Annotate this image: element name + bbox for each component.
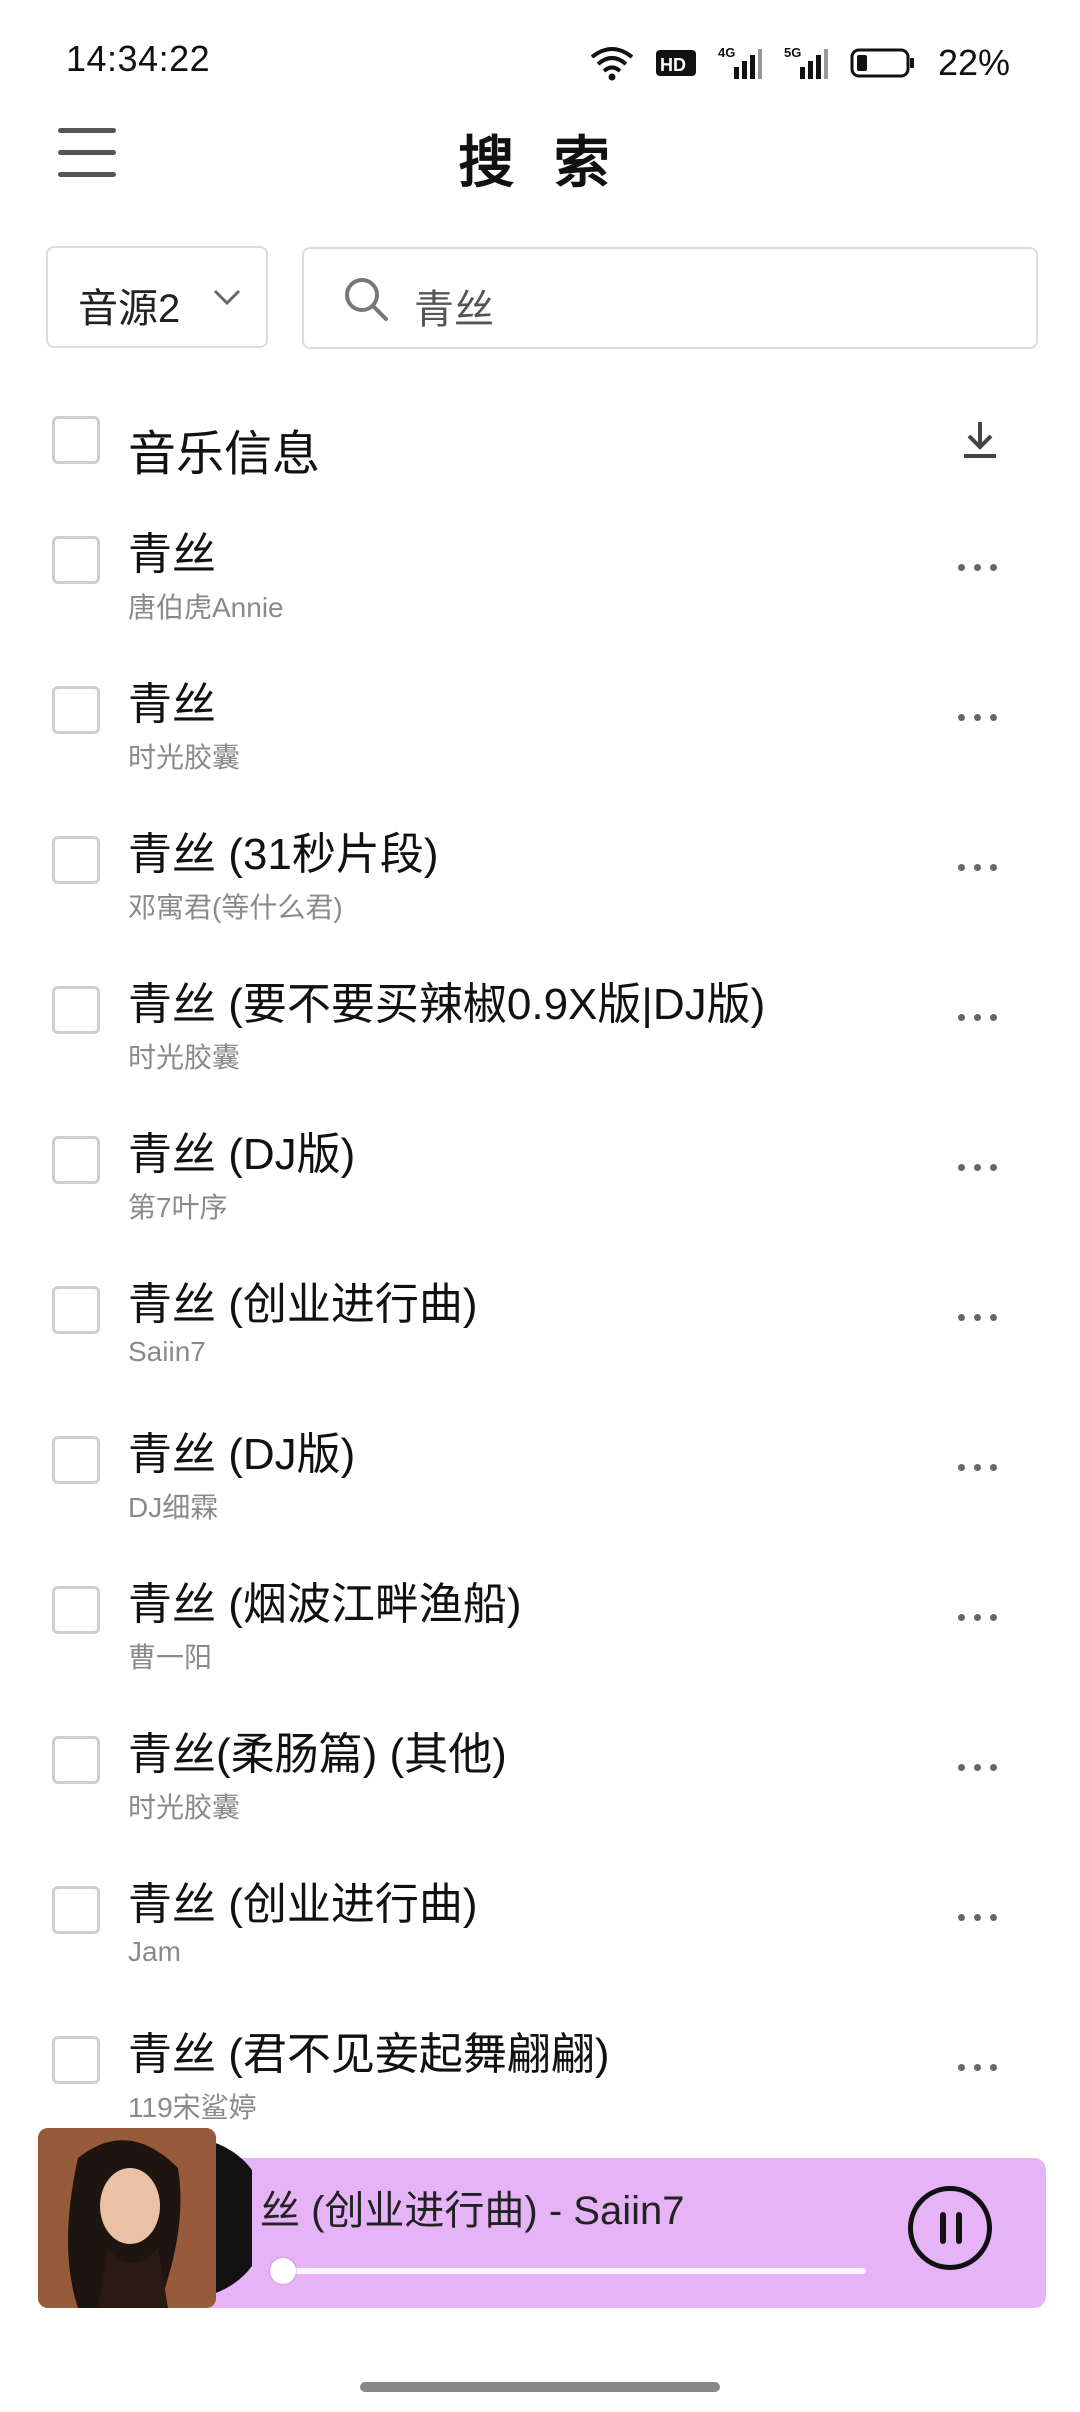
song-artist: 曹一阳	[128, 1642, 213, 1673]
list-item[interactable]: 青丝 (烟波江畔渔船) 曹一阳	[0, 1550, 1080, 1700]
song-title: 青丝	[128, 680, 216, 729]
song-title: 青丝(柔肠篇) (其他)	[128, 1730, 507, 1779]
song-title: 青丝 (DJ版)	[128, 1130, 356, 1179]
song-artist: Saiin7	[128, 1336, 206, 1367]
song-title: 青丝 (创业进行曲)	[128, 1280, 478, 1329]
song-checkbox[interactable]	[52, 686, 100, 734]
song-checkbox[interactable]	[52, 1736, 100, 1784]
signal-5g-icon: 5G	[784, 43, 828, 83]
list-header-label: 音乐信息	[128, 428, 321, 481]
more-options-icon[interactable]	[948, 702, 1008, 732]
song-checkbox[interactable]	[52, 1586, 100, 1634]
status-bar: 14:34:22 HD 4G 5G 22%	[0, 0, 1080, 120]
song-checkbox[interactable]	[52, 1886, 100, 1934]
list-item[interactable]: 青丝 (创业进行曲) Jam	[0, 1850, 1080, 2000]
song-checkbox[interactable]	[52, 2036, 100, 2084]
song-artist: DJ细霖	[128, 1492, 219, 1523]
song-title: 青丝	[128, 530, 216, 579]
more-options-icon[interactable]	[948, 1002, 1008, 1032]
status-time: 14:34:22	[66, 38, 211, 79]
song-checkbox[interactable]	[52, 1136, 100, 1184]
list-item[interactable]: 青丝 (要不要买辣椒0.9X版|DJ版) 时光胶囊	[0, 950, 1080, 1100]
song-artist: 时光胶囊	[128, 1792, 241, 1823]
song-title: 青丝 (君不见妾起舞翩翩)	[128, 2030, 610, 2079]
select-all-checkbox[interactable]	[52, 416, 100, 464]
now-playing-text: 丝 (创业进行曲) - Saiin7	[260, 2189, 685, 2233]
song-title: 青丝 (31秒片段)	[128, 830, 439, 879]
more-options-icon[interactable]	[948, 1302, 1008, 1332]
progress-bar[interactable]	[282, 2268, 866, 2274]
page-title: 搜 索	[458, 131, 622, 194]
song-checkbox[interactable]	[52, 986, 100, 1034]
list-item[interactable]: 青丝(柔肠篇) (其他) 时光胶囊	[0, 1700, 1080, 1850]
hd-icon: HD	[655, 43, 696, 83]
wifi-icon	[590, 43, 634, 83]
more-options-icon[interactable]	[948, 1902, 1008, 1932]
song-checkbox[interactable]	[52, 1286, 100, 1334]
progress-thumb[interactable]	[270, 2258, 296, 2284]
more-options-icon[interactable]	[948, 1752, 1008, 1782]
more-options-icon[interactable]	[948, 1602, 1008, 1632]
svg-text:5G: 5G	[784, 45, 801, 60]
more-options-icon[interactable]	[948, 2052, 1008, 2082]
download-icon[interactable]	[960, 418, 1000, 462]
more-options-icon[interactable]	[948, 852, 1008, 882]
home-indicator[interactable]	[360, 2382, 720, 2392]
song-checkbox[interactable]	[52, 536, 100, 584]
song-title: 青丝 (DJ版)	[128, 1430, 356, 1479]
search-input[interactable]: 青丝	[302, 247, 1038, 349]
song-checkbox[interactable]	[52, 836, 100, 884]
svg-text:HD: HD	[660, 55, 686, 75]
list-item[interactable]: 青丝 (31秒片段) 邓寓君(等什么君)	[0, 800, 1080, 950]
list-item[interactable]: 青丝 (DJ版) 第7叶序	[0, 1100, 1080, 1250]
list-item[interactable]: 青丝 (创业进行曲) Saiin7	[0, 1250, 1080, 1400]
battery-icon	[850, 43, 916, 83]
song-title: 青丝 (创业进行曲)	[128, 1880, 478, 1929]
song-title: 青丝 (要不要买辣椒0.9X版|DJ版)	[128, 980, 766, 1029]
list-item[interactable]: 青丝 唐伯虎Annie	[0, 500, 1080, 650]
song-artist: 时光胶囊	[128, 1042, 241, 1073]
more-options-icon[interactable]	[948, 1152, 1008, 1182]
song-checkbox[interactable]	[52, 1436, 100, 1484]
source-dropdown[interactable]: 音源2	[46, 246, 268, 348]
song-artist: 时光胶囊	[128, 742, 241, 773]
more-options-icon[interactable]	[948, 552, 1008, 582]
song-title: 青丝 (烟波江畔渔船)	[128, 1580, 522, 1629]
signal-4g-icon: 4G	[718, 43, 762, 83]
battery-percentage: 22%	[937, 42, 1010, 83]
more-options-icon[interactable]	[948, 1452, 1008, 1482]
album-art[interactable]	[38, 2128, 268, 2308]
song-artist: 唐伯虎Annie	[128, 592, 284, 623]
chevron-down-icon	[212, 282, 242, 312]
song-artist: 邓寓君(等什么君)	[128, 892, 343, 923]
list-item[interactable]: 青丝 时光胶囊	[0, 650, 1080, 800]
pause-icon[interactable]	[908, 2186, 992, 2270]
status-icons: HD 4G 5G 22%	[590, 38, 1010, 88]
svg-text:4G: 4G	[718, 45, 735, 60]
song-artist: 第7叶序	[128, 1192, 228, 1223]
search-icon	[342, 275, 390, 323]
list-item[interactable]: 青丝 (DJ版) DJ细霖	[0, 1400, 1080, 1550]
song-artist: Jam	[128, 1936, 181, 1967]
source-dropdown-label: 音源2	[78, 287, 181, 331]
song-artist: 119宋鲨婷	[128, 2092, 257, 2123]
search-query: 青丝	[414, 288, 494, 332]
